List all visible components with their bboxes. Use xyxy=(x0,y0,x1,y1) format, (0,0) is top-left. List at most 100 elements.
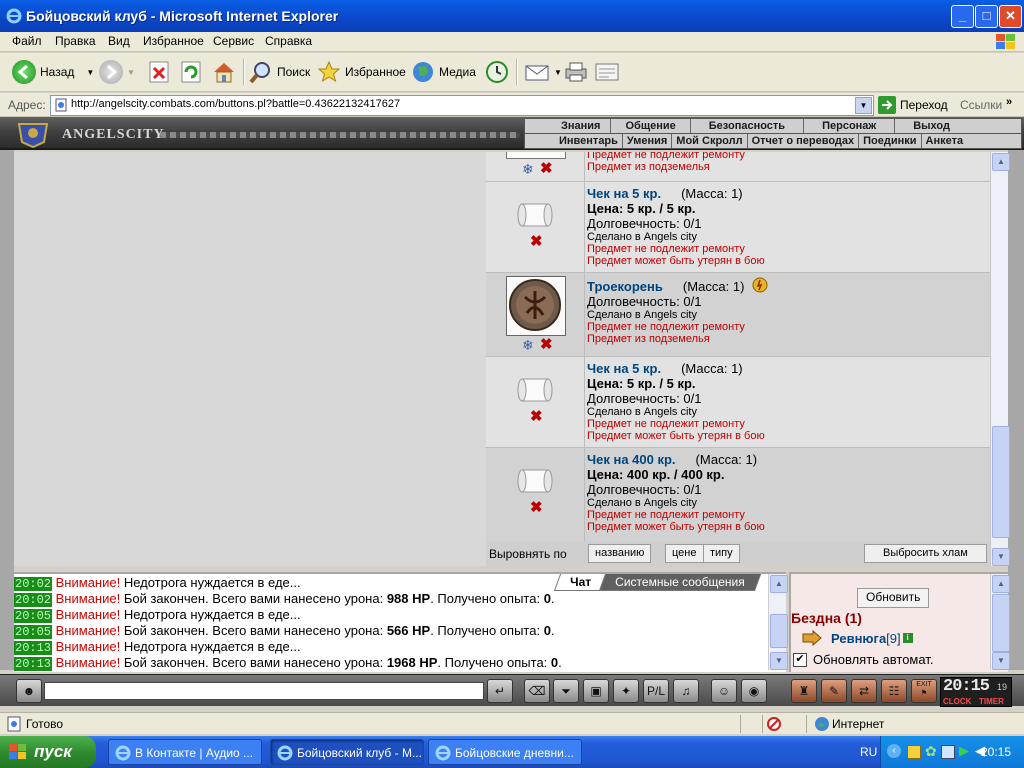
stop-button[interactable] xyxy=(148,58,170,86)
scroll-up-icon[interactable]: ▲ xyxy=(992,153,1010,171)
nav-security[interactable]: Безопасность xyxy=(691,119,805,133)
media-button[interactable]: Медиа xyxy=(411,58,476,86)
delete-icon[interactable]: ✖ xyxy=(540,335,553,353)
sort-by-price-button[interactable]: цене xyxy=(665,544,704,563)
start-button[interactable]: пуск xyxy=(0,736,96,768)
eraser-icon[interactable]: ⌫ xyxy=(524,679,550,703)
item-name[interactable]: Троекорень xyxy=(587,279,663,294)
repair-icon[interactable]: ❄ xyxy=(522,337,534,354)
smiles-head-icon[interactable]: ☻ xyxy=(16,679,42,703)
repair-icon[interactable]: ❄ xyxy=(522,161,534,178)
item-name[interactable]: Чек на 400 кр. xyxy=(587,452,676,467)
tray-network-icon[interactable] xyxy=(941,745,955,759)
nav-skills[interactable]: Умения xyxy=(623,134,673,148)
scroll-thumb[interactable] xyxy=(992,594,1010,652)
sort-by-name-button[interactable]: названию xyxy=(588,544,652,563)
message-time[interactable]: 20:05 xyxy=(14,609,53,623)
menu-favorites[interactable]: Избранное xyxy=(143,34,204,48)
home-button[interactable] xyxy=(211,58,237,86)
pl-toggle-icon[interactable]: P/L xyxy=(643,679,669,703)
nav-profile[interactable]: Анкета xyxy=(922,134,968,148)
taskbar-item-vkontakte[interactable]: В Контакте | Аудио ... xyxy=(108,739,262,765)
timer-label[interactable]: TIMER xyxy=(979,697,1004,706)
nav-my-scroll[interactable]: Мой Скролл xyxy=(672,134,748,148)
message-time[interactable]: 20:02 xyxy=(14,577,53,591)
message-time[interactable]: 20:05 xyxy=(14,625,53,639)
taskbar-item-fight-club[interactable]: Бойцовский клуб - М... xyxy=(270,739,424,765)
minimize-button[interactable]: _ xyxy=(951,5,974,28)
inventory-scrollbar[interactable]: ▲ ▼ xyxy=(990,152,1010,566)
nav-fights[interactable]: Поединки xyxy=(859,134,922,148)
nav-knowledge[interactable]: Знания xyxy=(525,119,612,133)
popup-blocked-icon[interactable] xyxy=(766,716,784,732)
scroll-down-icon[interactable]: ▼ xyxy=(992,548,1010,566)
edit-button[interactable] xyxy=(594,58,620,86)
friends-icon[interactable]: ☷ xyxy=(881,679,907,703)
scroll-thumb[interactable] xyxy=(992,426,1010,538)
bag-icon[interactable]: ♜ xyxy=(791,679,817,703)
exit-icon[interactable]: EXIT ⚑ xyxy=(911,679,937,703)
go-button[interactable]: Переход xyxy=(878,96,948,114)
message-time[interactable]: 20:13 xyxy=(14,657,53,671)
address-input[interactable]: http://angelscity.combats.com/buttons.pl… xyxy=(50,95,874,116)
scroll-up-icon[interactable]: ▲ xyxy=(770,575,788,593)
menu-edit[interactable]: Правка xyxy=(55,34,96,48)
menu-help[interactable]: Справка xyxy=(265,34,312,48)
nav-communication[interactable]: Общение xyxy=(611,119,691,133)
item-name[interactable]: Чек на 5 кр. xyxy=(587,361,661,376)
nav-transfer-report[interactable]: Отчет о переводах xyxy=(748,134,860,148)
drop-junk-button[interactable]: Выбросить хлам xyxy=(864,544,987,563)
clock-label[interactable]: CLOCK xyxy=(943,697,971,706)
refresh-room-button[interactable]: Обновить xyxy=(857,588,930,608)
nav-inventory[interactable]: Инвентарь xyxy=(525,134,623,148)
room-scrollbar[interactable]: ▲ ▼ xyxy=(990,574,1010,670)
save-log-icon[interactable]: ▣ xyxy=(583,679,609,703)
checkbox-box[interactable]: ✔ xyxy=(793,652,807,667)
sound-icon[interactable]: ♫ xyxy=(673,679,699,703)
scroll-down-icon[interactable]: ▼ xyxy=(992,652,1010,670)
forward-button[interactable]: ▼ xyxy=(99,58,135,86)
tab-system-messages[interactable]: Системные сообщения xyxy=(598,574,761,591)
favorites-button[interactable]: Избранное xyxy=(317,58,406,86)
menu-file[interactable]: Файл xyxy=(12,34,42,48)
send-icon[interactable]: ↵ xyxy=(487,679,513,703)
links-toolbar[interactable]: Ссылки xyxy=(960,98,1002,112)
smile-icon[interactable]: ☺ xyxy=(711,679,737,703)
private-message-icon[interactable] xyxy=(801,630,823,646)
mail-button[interactable]: ▼ xyxy=(524,58,562,86)
refresh-button[interactable] xyxy=(180,58,202,86)
auto-refresh-checkbox[interactable]: ✔ Обновлять автомат. xyxy=(793,652,933,667)
delete-icon[interactable]: ✖ xyxy=(530,498,543,516)
transfer-icon[interactable]: ⇄ xyxy=(851,679,877,703)
player-name[interactable]: Ревнюга xyxy=(831,631,886,646)
search-button[interactable]: Поиск xyxy=(249,58,310,86)
chat-input[interactable] xyxy=(44,682,484,700)
print-button[interactable] xyxy=(563,58,589,86)
chat-scrollbar[interactable]: ▲ ▼ xyxy=(768,574,788,670)
tray-play-icon[interactable]: ▶ xyxy=(959,743,969,759)
scroll-down-icon[interactable]: ▼ xyxy=(770,652,788,670)
item-name[interactable]: Чек на 5 кр. xyxy=(587,186,661,201)
info-icon[interactable]: i xyxy=(902,633,913,643)
scroll-up-icon[interactable]: ▲ xyxy=(992,575,1010,593)
menu-tools[interactable]: Сервис xyxy=(213,34,254,48)
message-time[interactable]: 20:02 xyxy=(14,593,53,607)
tray-app-icon[interactable] xyxy=(907,745,921,759)
address-dropdown-icon[interactable]: ▼ xyxy=(855,97,872,114)
message-time[interactable]: 20:13 xyxy=(14,641,53,655)
delete-icon[interactable]: ✖ xyxy=(530,407,543,425)
maximize-button[interactable]: □ xyxy=(975,5,998,28)
translit-icon[interactable]: ◉ xyxy=(741,679,767,703)
tray-flower-icon[interactable]: ✿ xyxy=(925,743,937,760)
nav-character[interactable]: Персонаж xyxy=(804,119,896,133)
delete-icon[interactable]: ✖ xyxy=(530,232,543,250)
menu-view[interactable]: Вид xyxy=(108,34,130,48)
chevron-right-icon[interactable]: » xyxy=(1006,96,1012,108)
delete-icon[interactable]: ✖ xyxy=(540,159,553,177)
history-button[interactable] xyxy=(484,58,510,86)
sort-by-type-button[interactable]: типу xyxy=(703,544,740,563)
back-button[interactable]: Назад ▼ xyxy=(12,58,94,86)
close-button[interactable]: ✕ xyxy=(999,5,1022,28)
taskbar-item-fight-diaries[interactable]: Бойцовские дневни... xyxy=(428,739,582,765)
chevron-down-icon[interactable]: ▼ xyxy=(86,68,94,77)
